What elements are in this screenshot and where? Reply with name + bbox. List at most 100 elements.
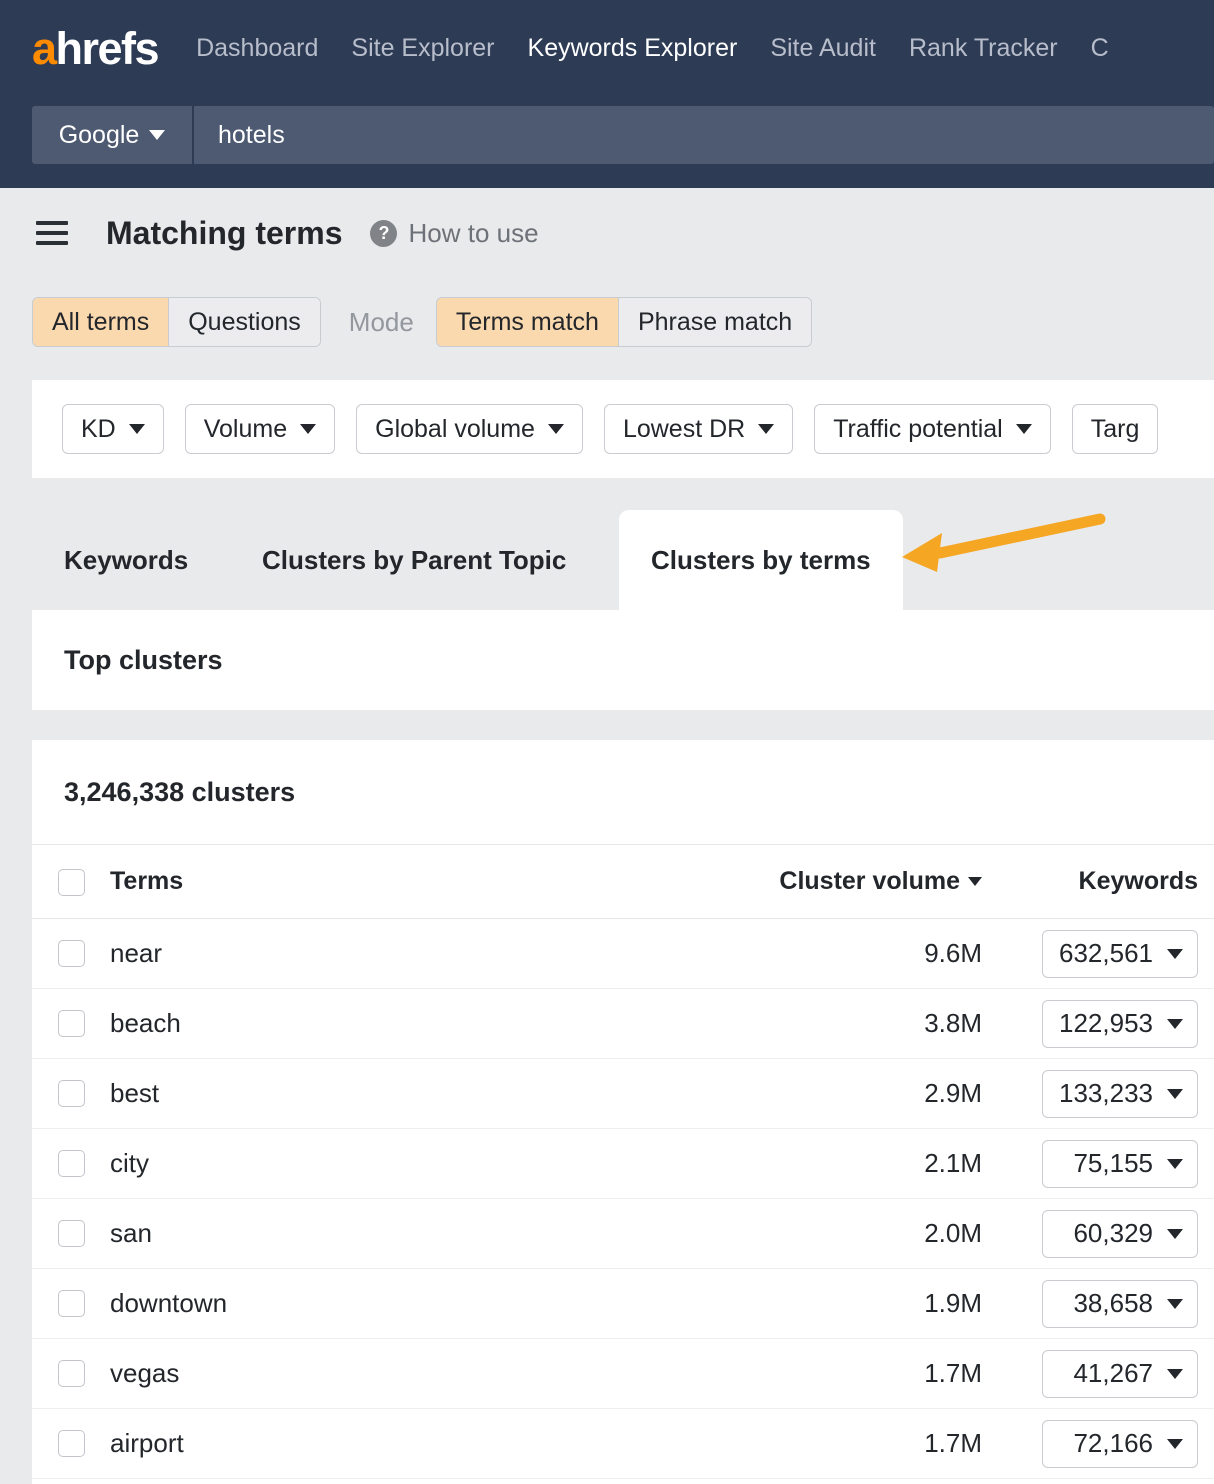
clusters-count: 3,246,338 clusters xyxy=(64,779,295,806)
row-keywords-value: 60,329 xyxy=(1073,1218,1153,1249)
row-checkbox[interactable] xyxy=(58,940,85,967)
row-keywords-value: 75,155 xyxy=(1073,1148,1153,1179)
filter-toolbar: KD Volume Global volume Lowest DR Traffi… xyxy=(32,380,1214,478)
row-keywords-dropdown[interactable]: 75,155 xyxy=(1042,1140,1198,1188)
top-clusters-section: Top clusters xyxy=(32,610,1214,710)
table-row[interactable]: near9.6M632,561 xyxy=(32,919,1214,989)
keyword-search-input[interactable]: hotels xyxy=(194,106,1214,164)
row-cluster-volume: 1.9M xyxy=(724,1269,1014,1339)
nav-item-content-explorer[interactable]: C xyxy=(1091,36,1109,61)
nav-item-site-explorer[interactable]: Site Explorer xyxy=(351,36,494,61)
table-row[interactable]: airport1.7M72,166 xyxy=(32,1409,1214,1479)
how-to-use-link[interactable]: ? How to use xyxy=(370,220,538,247)
chevron-down-icon xyxy=(1016,424,1032,434)
row-keywords-dropdown[interactable]: 38,658 xyxy=(1042,1280,1198,1328)
filter-traffic-potential[interactable]: Traffic potential xyxy=(814,404,1051,454)
table-row[interactable]: beach3.8M122,953 xyxy=(32,989,1214,1059)
tab-clusters-by-parent-topic[interactable]: Clusters by Parent Topic xyxy=(230,510,598,610)
column-header-terms[interactable]: Terms xyxy=(110,845,724,919)
row-checkbox[interactable] xyxy=(58,1150,85,1177)
question-mark-icon: ? xyxy=(370,220,397,247)
row-select-cell xyxy=(32,1409,110,1479)
top-clusters-title: Top clusters xyxy=(64,647,223,674)
row-checkbox[interactable] xyxy=(58,1220,85,1247)
search-engine-selector[interactable]: Google xyxy=(32,106,192,164)
chevron-down-icon xyxy=(1167,1369,1183,1379)
tab-clusters-by-terms[interactable]: Clusters by terms xyxy=(619,510,903,610)
row-select-cell xyxy=(32,1129,110,1199)
row-keywords-dropdown[interactable]: 122,953 xyxy=(1042,1000,1198,1048)
row-keywords-value: 632,561 xyxy=(1059,938,1153,969)
row-term: beach xyxy=(110,989,724,1059)
toggle-all-terms[interactable]: All terms xyxy=(33,298,169,346)
mode-label: Mode xyxy=(349,309,414,335)
row-term: san xyxy=(110,1199,724,1269)
column-header-keywords[interactable]: Keywords xyxy=(1014,845,1214,919)
row-keywords-cell: 133,233 xyxy=(1014,1059,1214,1129)
column-header-cluster-volume[interactable]: Cluster volume xyxy=(724,845,1014,919)
row-term: downtown xyxy=(110,1269,724,1339)
chevron-down-icon xyxy=(149,130,165,140)
row-keywords-value: 122,953 xyxy=(1059,1008,1153,1039)
row-term: best xyxy=(110,1059,724,1129)
select-all-checkbox[interactable] xyxy=(58,869,85,896)
row-checkbox[interactable] xyxy=(58,1430,85,1457)
row-keywords-dropdown[interactable]: 60,329 xyxy=(1042,1210,1198,1258)
clusters-table: Terms Cluster volume Keywords near9.6M63… xyxy=(32,844,1214,1479)
row-select-cell xyxy=(32,1269,110,1339)
table-body: near9.6M632,561beach3.8M122,953best2.9M1… xyxy=(32,919,1214,1479)
table-header-row: Terms Cluster volume Keywords xyxy=(32,845,1214,919)
table-row[interactable]: san2.0M 60,329 xyxy=(32,1199,1214,1269)
select-all-header xyxy=(32,845,110,919)
row-keywords-dropdown[interactable]: 632,561 xyxy=(1042,930,1198,978)
filter-volume[interactable]: Volume xyxy=(185,404,335,454)
toggle-questions[interactable]: Questions xyxy=(169,298,320,346)
row-term: vegas xyxy=(110,1339,724,1409)
table-row[interactable]: best2.9M133,233 xyxy=(32,1059,1214,1129)
row-keywords-dropdown[interactable]: 72,166 xyxy=(1042,1420,1198,1468)
row-select-cell xyxy=(32,919,110,989)
nav-item-keywords-explorer[interactable]: Keywords Explorer xyxy=(528,36,738,61)
filter-lowest-dr-label: Lowest DR xyxy=(623,415,745,444)
chevron-down-icon xyxy=(1167,1159,1183,1169)
logo-accent-letter: a xyxy=(32,23,56,74)
filter-target[interactable]: Targ xyxy=(1072,404,1159,454)
row-select-cell xyxy=(32,1199,110,1269)
nav-item-rank-tracker[interactable]: Rank Tracker xyxy=(909,36,1058,61)
filter-kd[interactable]: KD xyxy=(62,404,164,454)
tab-keywords[interactable]: Keywords xyxy=(32,510,220,610)
row-cluster-volume: 2.0M xyxy=(724,1199,1014,1269)
row-select-cell xyxy=(32,1059,110,1129)
row-checkbox[interactable] xyxy=(58,1010,85,1037)
search-engine-label: Google xyxy=(59,123,140,148)
top-navigation-bar: ahrefs Dashboard Site Explorer Keywords … xyxy=(0,0,1214,188)
nav-item-dashboard[interactable]: Dashboard xyxy=(196,36,318,61)
filter-lowest-dr[interactable]: Lowest DR xyxy=(604,404,793,454)
hamburger-menu-icon[interactable] xyxy=(36,221,68,245)
chevron-down-icon xyxy=(1167,1089,1183,1099)
filter-target-label: Targ xyxy=(1091,415,1140,444)
chevron-down-icon xyxy=(129,424,145,434)
row-keywords-dropdown[interactable]: 133,233 xyxy=(1042,1070,1198,1118)
chevron-down-icon xyxy=(300,424,316,434)
row-keywords-cell: 72,166 xyxy=(1014,1409,1214,1479)
row-checkbox[interactable] xyxy=(58,1290,85,1317)
nav-item-site-audit[interactable]: Site Audit xyxy=(770,36,876,61)
filter-global-volume-label: Global volume xyxy=(375,415,535,444)
table-row[interactable]: downtown1.9M 38,658 xyxy=(32,1269,1214,1339)
ahrefs-logo[interactable]: ahrefs xyxy=(32,26,158,71)
row-checkbox[interactable] xyxy=(58,1360,85,1387)
toggle-phrase-match[interactable]: Phrase match xyxy=(619,298,811,346)
sort-descending-icon xyxy=(968,877,982,886)
chevron-down-icon xyxy=(758,424,774,434)
table-row[interactable]: vegas1.7M41,267 xyxy=(32,1339,1214,1409)
filter-global-volume[interactable]: Global volume xyxy=(356,404,583,454)
table-row[interactable]: city2.1M75,155 xyxy=(32,1129,1214,1199)
row-keywords-value: 72,166 xyxy=(1073,1428,1153,1459)
row-checkbox[interactable] xyxy=(58,1080,85,1107)
toggle-terms-match[interactable]: Terms match xyxy=(437,298,619,346)
row-keywords-dropdown[interactable]: 41,267 xyxy=(1042,1350,1198,1398)
chevron-down-icon xyxy=(1167,1019,1183,1029)
row-term: city xyxy=(110,1129,724,1199)
row-keywords-value: 133,233 xyxy=(1059,1078,1153,1109)
